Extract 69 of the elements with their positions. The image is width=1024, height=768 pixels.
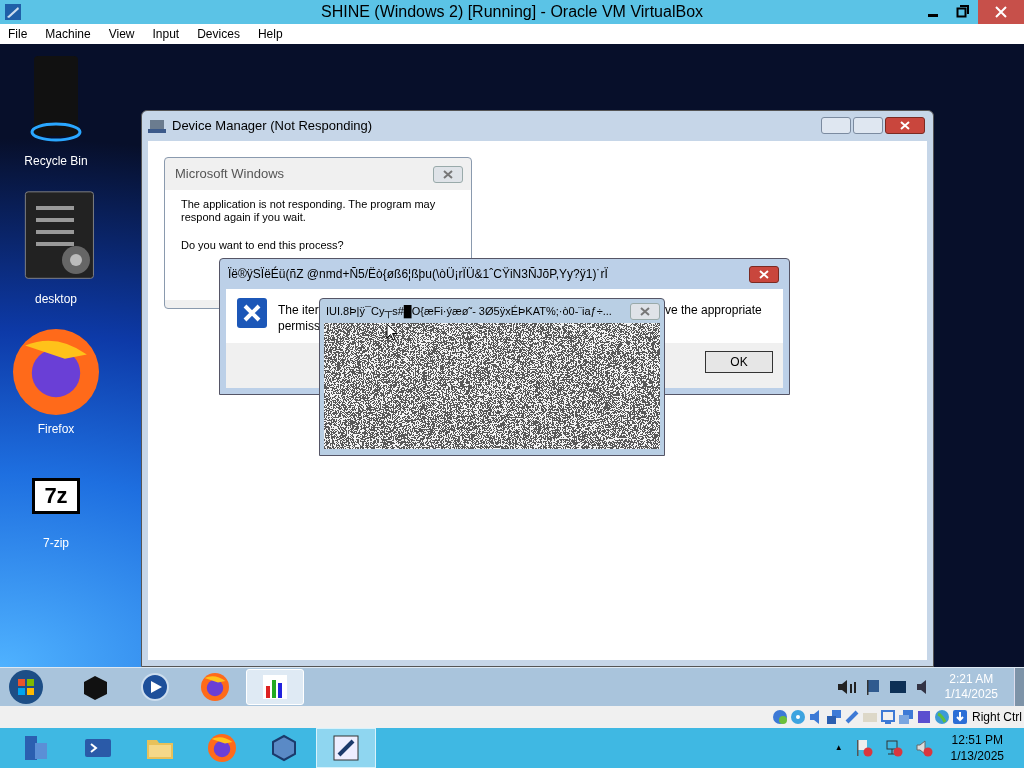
show-desktop-button[interactable] (1014, 668, 1024, 706)
error-message: ve the appropriate (665, 302, 762, 319)
start-button[interactable] (6, 669, 46, 705)
close-icon (995, 6, 1007, 18)
close-icon (900, 121, 910, 130)
app-logo-text: 7z (44, 485, 68, 507)
close-icon (443, 170, 453, 179)
menu-item[interactable]: Machine (39, 25, 97, 43)
menu-item[interactable]: File (2, 25, 34, 43)
volume-icon (914, 678, 929, 696)
cube-icon (269, 733, 299, 763)
mouse-cursor (386, 323, 398, 341)
clock-date: 1/13/2025 (950, 748, 1004, 764)
app-icon (4, 3, 22, 21)
play-icon (140, 672, 170, 702)
firefox-icon (207, 733, 237, 763)
clock-time: 2:21 AM (949, 672, 994, 687)
flag-warning-icon (854, 739, 873, 757)
clock-time: 12:51 PM (951, 732, 1003, 748)
monitor-icon (888, 680, 907, 694)
icon-label: 7-zip (43, 535, 69, 552)
maximize-button[interactable] (853, 117, 883, 134)
cd-icon (790, 709, 806, 725)
error-message: permiss (278, 318, 320, 335)
usb-icon (844, 709, 860, 725)
dialog-question: Do you want to end this process? (181, 238, 345, 253)
dialog-title: IUI.8Þ|ÿ¯Cy┬s#█O{æFi·ýæø˜- 3Ø5ÿxÉÞKAT%;·ò0-¨iaƒ÷... (326, 303, 612, 320)
globe-icon (934, 709, 950, 725)
minimize-icon (928, 13, 938, 17)
icon-label: Recycle Bin (24, 153, 88, 170)
network-warning-icon (884, 739, 903, 757)
chart-icon (260, 672, 290, 702)
error-message: The iter (278, 302, 319, 319)
taskbar-button[interactable] (316, 728, 376, 768)
host-key-label: Right Ctrl (972, 709, 1022, 726)
windows-logo-icon (8, 669, 44, 705)
flag-icon (864, 679, 881, 695)
window-title: SHINE (Windows 2) [Running] - Oracle VM VirtualBox (320, 2, 704, 22)
icon-label: desktop (35, 291, 77, 308)
cpu-icon (916, 709, 932, 725)
close-icon (640, 307, 650, 316)
close-button[interactable] (749, 266, 779, 283)
window-title: Device Manager (Not Responding) (172, 117, 373, 136)
ok-button[interactable]: OK (705, 351, 773, 373)
download-icon (952, 709, 968, 725)
menu-item[interactable]: View (102, 25, 141, 43)
dialog-title: Microsoft Windows (175, 165, 285, 184)
show-hidden-icons-button[interactable]: ▲ (834, 742, 843, 754)
error-icon (236, 297, 268, 329)
firefox-icon (12, 328, 100, 416)
menu-item[interactable]: Help (251, 25, 289, 43)
close-button[interactable] (885, 117, 925, 134)
dialog-title: Ïë®ÿSÏëÉü(ñZ @nmd+Ñ5/Ëò{øß6¦ßþu(\òÜ¡rÏÜ&1ˆCŸiN3ÑJõP,Yy?ÿ1)˙rÏ (228, 265, 608, 283)
disk-icon (772, 709, 788, 725)
speaker-muted-icon (914, 739, 933, 757)
network-icon (826, 709, 842, 725)
icon-label: Firefox (37, 421, 75, 438)
display-icon (880, 709, 896, 725)
menu-item[interactable]: Devices (191, 25, 246, 43)
clock-date: 1/14/2025 (944, 687, 998, 702)
firefox-icon (200, 672, 230, 702)
vm-icon (331, 733, 361, 763)
restore-icon (956, 4, 970, 18)
close-icon (759, 270, 769, 279)
device-manager-icon (148, 118, 166, 134)
speaker-icon (836, 679, 857, 695)
menu-item[interactable]: Input (146, 25, 186, 43)
recording-icon (898, 709, 914, 725)
dialog-message: The application is not responding. The program may respond again if you wait. (181, 198, 437, 224)
